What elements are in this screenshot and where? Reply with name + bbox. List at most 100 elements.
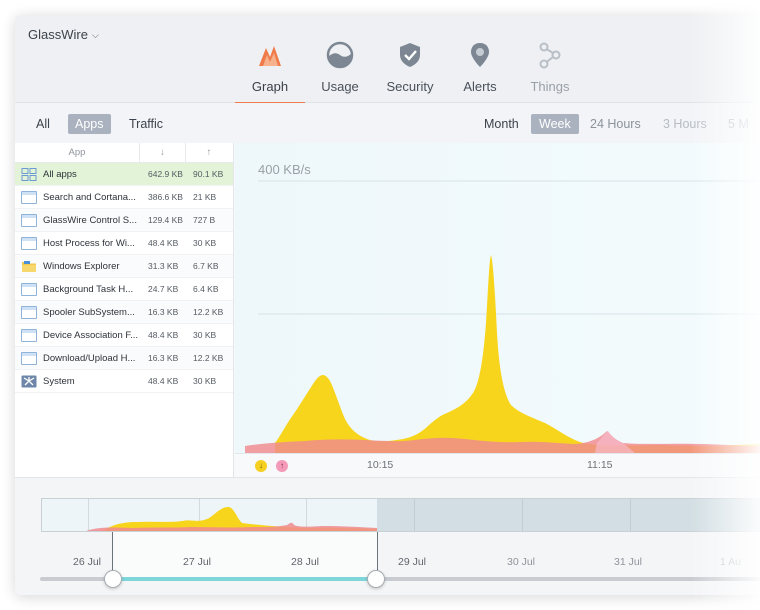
table-row[interactable]: Spooler SubSystem... 16.3 KB 12.2 KB [15, 301, 233, 324]
window-icon [21, 190, 37, 204]
system-icon [21, 375, 37, 387]
range-5-minutes[interactable]: 5 M [720, 114, 757, 134]
table-row[interactable]: System 48.4 KB 30 KB [15, 370, 233, 393]
tab-usage[interactable]: Usage [305, 15, 375, 103]
app-name: Spooler SubSystem... [43, 306, 135, 318]
upload-value: 30 KB [193, 376, 217, 386]
alert-pin-icon [471, 43, 489, 67]
download-value: 24.7 KB [148, 284, 179, 294]
upload-value: 12.2 KB [193, 307, 224, 317]
timeline-date: 31 Jul [614, 556, 643, 568]
timeline-date: 27 Jul [183, 556, 212, 568]
window-icon [21, 282, 37, 296]
time-axis: ↓ ↑ 10:15 11:15 [235, 453, 760, 477]
app-name: Host Process for Wi... [43, 237, 135, 249]
upload-value: 12.2 KB [193, 353, 224, 363]
filter-traffic[interactable]: Traffic [122, 114, 170, 134]
tab-alerts[interactable]: Alerts [445, 15, 515, 103]
download-value: 31.3 KB [148, 261, 179, 271]
table-row[interactable]: Windows Explorer 31.3 KB 6.7 KB [15, 255, 233, 278]
window-icon [21, 236, 37, 250]
timeline-date: 26 Jul [73, 556, 102, 568]
app-name: GlassWire Control S... [43, 214, 137, 226]
download-value: 48.4 KB [148, 376, 179, 386]
app-name: Search and Cortana... [43, 191, 136, 203]
table-row[interactable]: Device Association F... 48.4 KB 30 KB [15, 324, 233, 347]
filter-all[interactable]: All [29, 114, 57, 134]
tab-security[interactable]: Security [375, 15, 445, 103]
window-icon [21, 328, 37, 342]
download-value: 16.3 KB [148, 307, 179, 317]
download-value: 48.4 KB [148, 238, 179, 248]
upload-spike-area [595, 431, 635, 453]
table-row[interactable]: GlassWire Control S... 129.4 KB 727 B [15, 209, 233, 232]
download-value: 129.4 KB [148, 215, 183, 225]
timeline-date: 30 Jul [507, 556, 536, 568]
unselected-range-shade [377, 499, 759, 531]
shield-icon [400, 43, 420, 67]
timeline-date: 29 Jul [398, 556, 427, 568]
download-legend-toggle[interactable]: ↓ [255, 460, 267, 472]
timeline-start-handle[interactable] [104, 570, 122, 588]
app-menu[interactable]: GlassWire ⌵ [28, 27, 99, 42]
top-header: GlassWire ⌵ Graph Usage Security Alerts … [15, 15, 760, 104]
apps-table: App ↓ ↑ All apps 642.9 KB 90.1 KB Search… [15, 143, 234, 477]
download-value: 386.6 KB [148, 192, 183, 202]
download-area [275, 255, 760, 453]
column-upload[interactable]: ↑ [186, 143, 232, 162]
table-header: App ↓ ↑ [15, 143, 233, 163]
window-icon [21, 351, 37, 365]
table-row[interactable]: Host Process for Wi... 48.4 KB 30 KB [15, 232, 233, 255]
app-name: Background Task H... [43, 283, 134, 295]
traffic-graph[interactable]: 400 KB/s [235, 143, 760, 453]
table-row[interactable]: Background Task H... 24.7 KB 6.4 KB [15, 278, 233, 301]
upload-value: 727 B [193, 215, 216, 225]
download-value: 16.3 KB [148, 353, 179, 363]
tab-security-label: Security [386, 79, 434, 94]
table-row[interactable]: Download/Upload H... 16.3 KB 12.2 KB [15, 347, 233, 370]
timeline-end-handle[interactable] [367, 570, 385, 588]
things-icon [539, 42, 561, 69]
upload-value: 30 KB [193, 238, 217, 248]
tab-things[interactable]: Things [515, 15, 585, 103]
filter-apps[interactable]: Apps [68, 114, 111, 134]
tab-graph[interactable]: Graph [235, 15, 305, 104]
upload-value: 30 KB [193, 330, 217, 340]
table-row[interactable]: Search and Cortana... 386.6 KB 21 KB [15, 186, 233, 209]
tab-alerts-label: Alerts [463, 79, 497, 94]
timeline-date: 28 Jul [291, 556, 320, 568]
axis-tick: 11:15 [587, 459, 613, 471]
range-24-hours[interactable]: 24 Hours [582, 114, 649, 134]
main-nav: Graph Usage Security Alerts Things [235, 15, 585, 104]
range-week[interactable]: Week [531, 114, 579, 134]
app-name: System [43, 375, 75, 387]
scale-label: 400 KB/s [258, 162, 311, 177]
app-name: Windows Explorer [43, 260, 120, 272]
download-value: 48.4 KB [148, 330, 179, 340]
graph-icon [259, 46, 281, 66]
glasswire-window: GlassWire ⌵ Graph Usage Security Alerts … [15, 15, 760, 595]
upload-value: 21 KB [193, 192, 217, 202]
range-month[interactable]: Month [476, 114, 527, 134]
timeline-date: 1 Au [720, 556, 742, 568]
tab-usage-label: Usage [321, 79, 359, 94]
upload-legend-toggle[interactable]: ↑ [276, 460, 288, 472]
upload-value: 6.4 KB [193, 284, 219, 294]
usage-icon [326, 41, 354, 69]
upload-value: 90.1 KB [193, 169, 224, 179]
traffic-graph-svg [245, 180, 760, 453]
folder-icon [22, 260, 36, 272]
timeline-panel: 26 Jul 27 Jul 28 Jul 29 Jul 30 Jul 31 Ju… [15, 477, 760, 595]
app-name: Download/Upload H... [43, 352, 136, 364]
column-download[interactable]: ↓ [140, 143, 186, 162]
chevron-down-icon: ⌵ [91, 29, 99, 40]
mini-graph[interactable] [41, 498, 760, 532]
table-row[interactable]: All apps 642.9 KB 90.1 KB [15, 163, 233, 186]
app-title: GlassWire [28, 27, 88, 42]
filter-toolbar: All Apps Traffic Month Week 24 Hours 3 H… [15, 103, 760, 143]
timeline-track-selected [113, 577, 377, 581]
column-app[interactable]: App [15, 143, 140, 162]
range-3-hours[interactable]: 3 Hours [655, 114, 715, 134]
download-value: 642.9 KB [148, 169, 183, 179]
upload-value: 6.7 KB [193, 261, 219, 271]
